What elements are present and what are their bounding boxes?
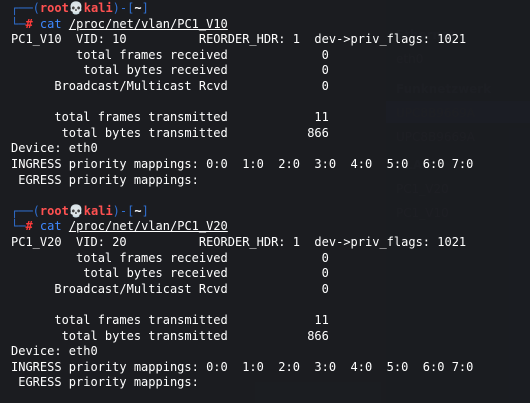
- prompt-corner: └─: [11, 219, 26, 234]
- output-line: PC1_V10 VID: 10 REORDER_HDR: 1 dev->priv…: [11, 32, 467, 47]
- command-argument: /proc/net/vlan/PC1_V20: [68, 219, 228, 234]
- prompt-bracket: )-[: [112, 203, 135, 218]
- output-line: total frames transmitted 11: [11, 110, 329, 125]
- prompt-user: root: [39, 1, 69, 15]
- output-line: total bytes transmitted 866: [11, 125, 329, 140]
- command-name: cat: [39, 16, 62, 31]
- output-line: Broadcast/Multicast Rcvd 0: [11, 281, 329, 296]
- prompt-bracket: ┌──(: [11, 203, 40, 218]
- skull-icon: 💀: [68, 1, 84, 15]
- output-line: total frames transmitted 11: [11, 313, 329, 327]
- prompt-bracket: ]: [141, 203, 149, 218]
- output-line: total bytes received 0: [11, 63, 329, 78]
- output-line: total frames received 0: [11, 47, 329, 62]
- output-line: EGRESS priority mappings:: [11, 375, 199, 390]
- prompt-bracket: ]: [141, 1, 149, 15]
- output-line: INGRESS priority mappings: 0:0 1:0 2:0 3…: [11, 157, 474, 171]
- command-name: cat: [39, 219, 62, 234]
- prompt-hash: #: [25, 219, 33, 234]
- prompt-bracket: ┌──(: [11, 1, 40, 15]
- prompt-host: kali: [83, 203, 113, 218]
- command-argument: /proc/net/vlan/PC1_V10: [68, 16, 228, 31]
- command-line: └─# cat /proc/net/vlan/PC1_V10: [11, 16, 228, 31]
- output-line: total frames received 0: [11, 250, 329, 265]
- output-line: total bytes received 0: [11, 266, 329, 281]
- prompt-corner: └─: [11, 16, 26, 31]
- output-line: EGRESS priority mappings:: [11, 172, 199, 187]
- output-line: Broadcast/Multicast Rcvd 0: [11, 79, 329, 93]
- skull-icon: 💀: [68, 203, 84, 218]
- output-line: PC1_V20 VID: 20 REORDER_HDR: 1 dev->priv…: [11, 235, 467, 249]
- prompt-cwd: ~: [134, 203, 142, 218]
- output-line: INGRESS priority mappings: 0:0 1:0 2:0 3…: [11, 359, 474, 374]
- terminal-window[interactable]: ┌──(root💀kali)-[~] └─# cat /proc/net/vlan…: [0, 0, 530, 403]
- prompt-line: ┌──(root💀kali)-[~]: [11, 2, 149, 15]
- prompt-host: kali: [83, 1, 113, 15]
- prompt-cwd: ~: [134, 1, 142, 15]
- output-line: Device: eth0: [11, 344, 98, 359]
- prompt-line: ┌──(root💀kali)-[~]: [11, 203, 149, 218]
- prompt-user: root: [39, 203, 69, 218]
- output-line: total bytes transmitted 866: [11, 328, 329, 343]
- prompt-hash: #: [25, 16, 33, 31]
- prompt-bracket: )-[: [112, 1, 135, 15]
- command-line: └─# cat /proc/net/vlan/PC1_V20: [11, 220, 228, 233]
- output-line: Device: eth0: [11, 141, 98, 156]
